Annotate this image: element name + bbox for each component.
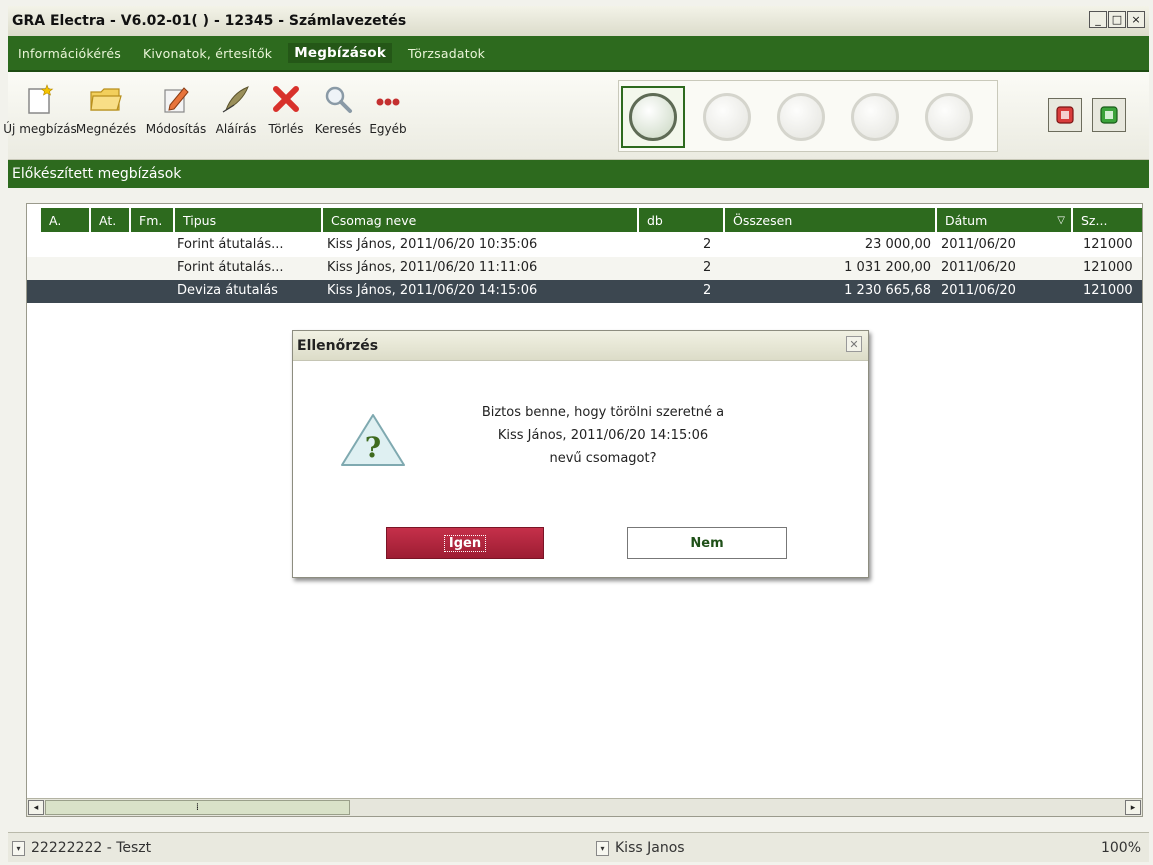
signature-quill-icon bbox=[219, 82, 253, 116]
cell-tipus: Deviza átutalás bbox=[177, 283, 278, 298]
column-header-db[interactable]: db bbox=[637, 208, 723, 232]
view-label: Megnézés bbox=[75, 122, 137, 136]
new-document-icon bbox=[23, 82, 57, 116]
horizontal-scrollbar[interactable]: ◂ ⁞ ▸ bbox=[27, 798, 1142, 816]
menu-item-kivonatok[interactable]: Kivonatok, értesítők bbox=[143, 46, 272, 61]
modify-button[interactable]: Módosítás bbox=[146, 80, 206, 152]
table-row-selected[interactable]: Deviza átutalás Kiss János, 2011/06/20 1… bbox=[27, 280, 1142, 303]
column-header-osszesen[interactable]: Összesen bbox=[723, 208, 935, 232]
cell-sz: 121000 bbox=[1083, 260, 1133, 275]
scroll-thumb[interactable]: ⁞ bbox=[45, 800, 350, 815]
column-header-sz[interactable]: Sz... bbox=[1071, 208, 1142, 232]
address-book-icon[interactable] bbox=[1092, 98, 1126, 132]
cell-tipus: Forint átutalás... bbox=[177, 260, 284, 275]
chevron-down-icon[interactable]: ▾ bbox=[12, 840, 25, 856]
new-order-button[interactable]: Új megbízás bbox=[3, 80, 77, 152]
cell-csomag: Kiss János, 2011/06/20 10:35:06 bbox=[327, 237, 538, 252]
delete-label: Törlés bbox=[268, 122, 304, 136]
column-header-csomag-neve[interactable]: Csomag neve bbox=[321, 208, 637, 232]
view-button[interactable]: Megnézés bbox=[76, 80, 136, 152]
cell-db: 2 bbox=[703, 283, 712, 298]
magnifier-icon bbox=[321, 82, 355, 116]
dialog-message: Biztos benne, hogy törölni szeretné a Ki… bbox=[423, 401, 783, 470]
stamp-icon[interactable] bbox=[917, 86, 981, 148]
section-title: Előkészített megbízások bbox=[8, 160, 1149, 188]
search-label: Keresés bbox=[314, 122, 362, 136]
title-bar: GRA Electra - V6.02-01( ) - 12345 - Szám… bbox=[8, 6, 1149, 36]
cell-csomag: Kiss János, 2011/06/20 11:11:06 bbox=[327, 260, 538, 275]
edit-pencil-icon bbox=[159, 82, 193, 116]
status-bar: ▾ 22222222 - Teszt ▾ Kiss Janos 100% bbox=[8, 832, 1149, 862]
zoom-level: 100% bbox=[1100, 840, 1141, 856]
refresh-icon[interactable] bbox=[769, 86, 833, 148]
grid-header: A. At. Fm. Tipus Csomag neve db Összesen… bbox=[27, 208, 1142, 232]
datum-header-label: Dátum bbox=[945, 212, 988, 228]
scroll-right-arrow-icon[interactable]: ▸ bbox=[1125, 800, 1141, 815]
cell-sz: 121000 bbox=[1083, 237, 1133, 252]
cell-osszesen: 1 031 200,00 bbox=[844, 260, 931, 275]
column-header-at[interactable]: At. bbox=[89, 208, 129, 232]
maximize-button[interactable]: □ bbox=[1108, 11, 1126, 28]
new-order-label: Új megbízás bbox=[3, 122, 77, 136]
cell-datum: 2011/06/20 bbox=[941, 237, 1016, 252]
sort-desc-icon: ▽ bbox=[1057, 214, 1065, 226]
menu-item-torzsadatok[interactable]: Törzsadatok bbox=[408, 46, 485, 61]
cell-db: 2 bbox=[703, 260, 712, 275]
menu-item-informaciokeres[interactable]: Információkérés bbox=[18, 46, 121, 61]
question-warning-icon: ? bbox=[338, 411, 408, 471]
cell-sz: 121000 bbox=[1083, 283, 1133, 298]
other-label: Egyéb bbox=[369, 122, 407, 136]
user-label: Kiss Janos bbox=[615, 840, 685, 856]
other-button[interactable]: Egyéb bbox=[358, 80, 418, 152]
chevron-down-icon[interactable]: ▾ bbox=[596, 840, 609, 856]
dialog-title: Ellenőrzés bbox=[293, 331, 868, 361]
cell-osszesen: 1 230 665,68 bbox=[844, 283, 931, 298]
delete-x-icon bbox=[269, 82, 303, 116]
menu-bar: Információkérés Kivonatok, értesítők Meg… bbox=[8, 36, 1149, 72]
delete-button[interactable]: Törlés bbox=[256, 80, 316, 152]
sign-icon[interactable] bbox=[843, 86, 907, 148]
user-selector[interactable]: ▾ Kiss Janos bbox=[596, 836, 685, 860]
dialog-close-icon[interactable]: ✕ bbox=[846, 336, 862, 352]
dialog-message-line3: nevű csomagot? bbox=[549, 451, 657, 466]
menu-item-megbizasok[interactable]: Megbízások bbox=[288, 43, 393, 63]
cell-datum: 2011/06/20 bbox=[941, 283, 1016, 298]
column-header-fm[interactable]: Fm. bbox=[129, 208, 173, 232]
account-selector[interactable]: ▾ 22222222 - Teszt bbox=[12, 836, 151, 860]
account-label: 22222222 - Teszt bbox=[31, 840, 152, 856]
window-controls: _ □ × bbox=[1089, 11, 1145, 28]
minimize-button[interactable]: _ bbox=[1089, 11, 1107, 28]
column-header-tipus[interactable]: Tipus bbox=[173, 208, 321, 232]
column-header-datum[interactable]: Dátum ▽ bbox=[935, 208, 1071, 232]
dialog-message-line2: Kiss János, 2011/06/20 14:15:06 bbox=[497, 428, 709, 443]
cards-icon[interactable] bbox=[695, 86, 759, 148]
module-icon-group bbox=[618, 80, 998, 152]
confirm-dialog: Ellenőrzés ✕ ? Biztos benne, hogy töröln… bbox=[292, 330, 869, 578]
cell-osszesen: 23 000,00 bbox=[864, 237, 931, 252]
toolbar: Új megbízás Megnézés Módosítás Aláírás T… bbox=[3, 72, 1149, 160]
svg-text:?: ? bbox=[365, 431, 381, 464]
yes-label: Igen bbox=[443, 534, 487, 552]
cell-tipus: Forint átutalás... bbox=[177, 237, 284, 252]
folder-icon bbox=[89, 82, 123, 116]
window-title: GRA Electra - V6.02-01( ) - 12345 - Szám… bbox=[12, 13, 407, 29]
dialog-message-line1: Biztos benne, hogy törölni szeretné a bbox=[481, 405, 725, 420]
table-row[interactable]: Forint átutalás... Kiss János, 2011/06/2… bbox=[27, 234, 1142, 257]
table-row[interactable]: Forint átutalás... Kiss János, 2011/06/2… bbox=[27, 257, 1142, 280]
yes-button[interactable]: Igen bbox=[386, 527, 544, 559]
close-button[interactable]: × bbox=[1127, 11, 1145, 28]
cell-datum: 2011/06/20 bbox=[941, 260, 1016, 275]
more-dots-icon bbox=[371, 82, 405, 116]
sign-label: Aláírás bbox=[215, 122, 257, 136]
modify-label: Módosítás bbox=[145, 122, 207, 136]
cell-csomag: Kiss János, 2011/06/20 14:15:06 bbox=[327, 283, 538, 298]
phone-book-icon[interactable] bbox=[1048, 98, 1082, 132]
no-button[interactable]: Nem bbox=[627, 527, 787, 559]
cell-db: 2 bbox=[703, 237, 712, 252]
transfer-money-icon[interactable] bbox=[621, 86, 685, 148]
app-window: GRA Electra - V6.02-01( ) - 12345 - Szám… bbox=[0, 0, 1153, 865]
scroll-left-arrow-icon[interactable]: ◂ bbox=[28, 800, 44, 815]
column-header-a[interactable]: A. bbox=[39, 208, 89, 232]
